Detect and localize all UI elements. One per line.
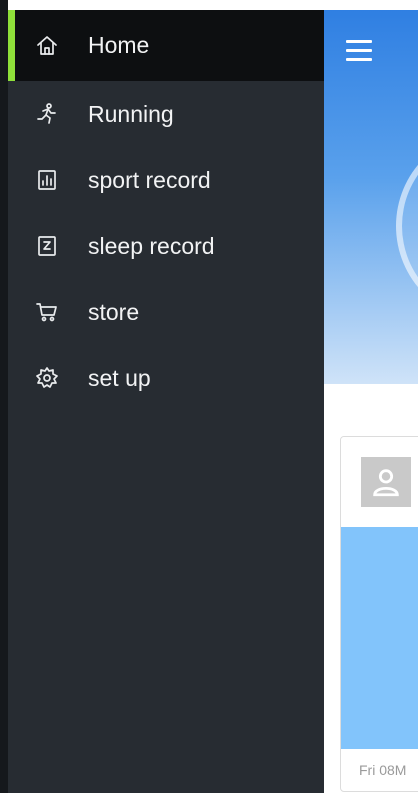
drawer-item-home[interactable]: Home xyxy=(8,10,324,81)
sleep-record-icon xyxy=(34,233,60,259)
home-icon xyxy=(34,33,60,59)
cart-icon xyxy=(34,299,60,325)
drawer-item-store[interactable]: store xyxy=(8,279,324,345)
gear-icon xyxy=(34,365,60,391)
card-image xyxy=(341,527,418,749)
drawer-item-label: Home xyxy=(88,32,150,58)
user-icon xyxy=(361,457,411,507)
drawer-item-label: sleep record xyxy=(88,232,215,259)
navigation-drawer: Home Running sport record sleep record s… xyxy=(8,10,324,793)
card-date: Fri 08M xyxy=(359,762,407,778)
drawer-item-label: sport record xyxy=(88,166,211,193)
feed-card[interactable]: Fri 08M xyxy=(340,436,418,792)
drawer-item-sleep-record[interactable]: sleep record xyxy=(8,213,324,279)
screen-edge xyxy=(0,0,8,793)
card-header xyxy=(341,437,418,527)
hero-banner xyxy=(324,10,418,384)
running-icon xyxy=(34,101,60,127)
main-content: Fri 08M xyxy=(324,10,418,793)
drawer-item-label: Running xyxy=(88,100,174,127)
progress-ring xyxy=(396,130,418,322)
drawer-item-running[interactable]: Running xyxy=(8,81,324,147)
drawer-item-label: set up xyxy=(88,364,151,391)
drawer-item-set-up[interactable]: set up xyxy=(8,345,324,411)
sport-record-icon xyxy=(34,167,60,193)
drawer-item-sport-record[interactable]: sport record xyxy=(8,147,324,213)
drawer-item-label: store xyxy=(88,298,140,325)
hamburger-icon[interactable] xyxy=(346,40,372,62)
